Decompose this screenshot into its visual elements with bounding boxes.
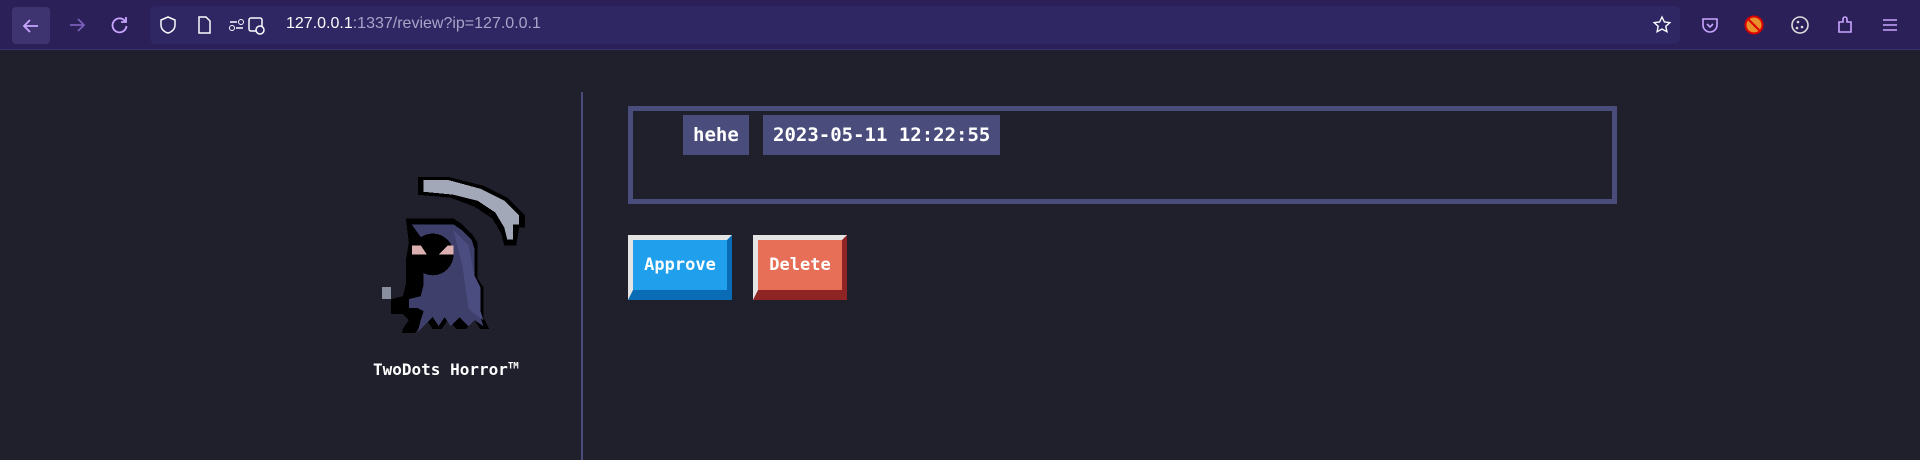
review-card: hehe 2023-05-11 12:22:55 <box>628 106 1617 204</box>
review-author: hehe <box>683 115 749 155</box>
approve-button[interactable]: Approve <box>628 235 732 300</box>
shield-icon[interactable] <box>158 15 178 35</box>
menu-icon[interactable] <box>1880 15 1900 35</box>
brand-text: TwoDots Horror <box>373 360 508 379</box>
trademark: TM <box>507 361 519 372</box>
permissions-icon[interactable] <box>228 15 268 35</box>
reaper-logo <box>381 176 526 333</box>
browser-toolbar: 127.0.0.1:1337/review?ip=127.0.0.1 <box>0 0 1920 50</box>
cookie-icon[interactable] <box>1790 15 1810 35</box>
brand-name: TwoDots HorrorTM <box>373 360 519 379</box>
delete-button[interactable]: Delete <box>753 235 847 300</box>
pocket-icon[interactable] <box>1700 15 1720 35</box>
address-bar[interactable]: 127.0.0.1:1337/review?ip=127.0.0.1 <box>150 6 1680 44</box>
extension-icon[interactable] <box>1744 15 1764 35</box>
reload-icon <box>111 17 128 34</box>
review-timestamp: 2023-05-11 12:22:55 <box>763 115 1001 155</box>
star-icon[interactable] <box>1652 15 1672 35</box>
puzzle-icon[interactable] <box>1835 15 1855 35</box>
back-icon <box>22 18 38 33</box>
forward-button[interactable] <box>61 9 93 41</box>
back-button[interactable] <box>12 7 50 44</box>
url-host: 127.0.0.1 <box>286 15 353 32</box>
page-icon[interactable] <box>194 15 214 35</box>
forward-icon <box>70 18 86 32</box>
url-path: :1337/review?ip=127.0.0.1 <box>352 15 541 32</box>
reload-button[interactable] <box>104 9 136 41</box>
vertical-divider <box>581 92 583 460</box>
url-text[interactable]: 127.0.0.1:1337/review?ip=127.0.0.1 <box>286 15 541 33</box>
